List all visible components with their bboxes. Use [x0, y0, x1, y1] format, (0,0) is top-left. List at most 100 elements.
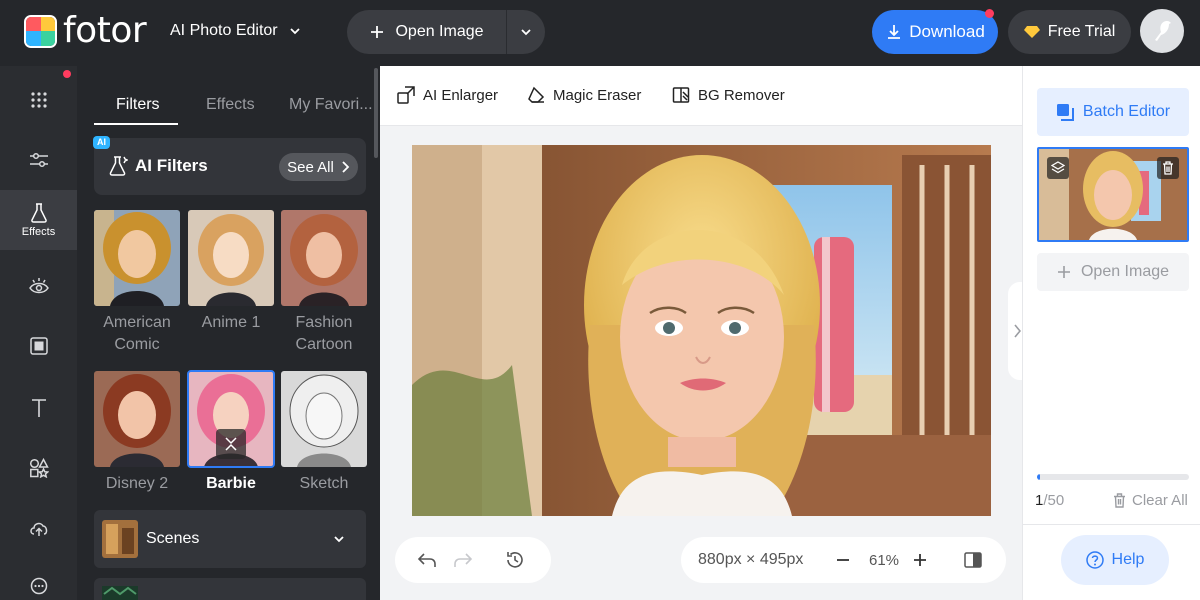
open-image-dropdown[interactable] [507, 10, 545, 54]
app-menu-label: AI Photo Editor [170, 22, 278, 39]
tab-my-favorites[interactable]: My Favori... [289, 96, 373, 114]
ai-enlarger-tool[interactable]: AI Enlarger [397, 86, 498, 104]
panel-scrollbar[interactable] [374, 68, 378, 158]
more-icon [30, 577, 47, 595]
filter-panel: Filters Effects My Favori... AI AI Filte… [77, 66, 380, 600]
trash-icon [1163, 161, 1173, 175]
minus-icon [837, 559, 849, 561]
ai-badge: AI [93, 136, 110, 149]
bg-remover-tool[interactable]: BG Remover [672, 86, 785, 104]
ai-filters-title: AI Filters [135, 156, 208, 175]
filter-thumbnail [94, 210, 180, 306]
filter-american-comic[interactable]: American Comic [94, 210, 180, 356]
image-queue-thumbnail[interactable] [1037, 147, 1189, 242]
zoom-controls: 880px × 495px 61% [681, 537, 1006, 583]
rail-item-adjust[interactable] [0, 130, 77, 190]
free-trial-button[interactable]: Free Trial [1008, 10, 1131, 54]
eye-icon [28, 278, 49, 294]
image-count: 1/50 [1035, 492, 1064, 509]
download-icon [888, 25, 901, 39]
help-icon [1085, 551, 1104, 569]
rail-item-beauty[interactable] [0, 256, 77, 316]
filter-adjust-button[interactable] [216, 429, 246, 459]
tab-filters[interactable]: Filters [116, 96, 160, 114]
chevron-down-icon [289, 28, 300, 35]
filter-barbie[interactable]: Barbie [187, 370, 275, 495]
undo-button[interactable] [415, 548, 439, 572]
chevron-right-icon [342, 161, 350, 173]
filter-thumbnail [188, 210, 274, 306]
add-image-button[interactable]: Open Image [1037, 253, 1189, 291]
rail-item-effects[interactable]: Effects [0, 190, 77, 250]
magic-flask-icon [109, 156, 128, 176]
chevron-down-icon [334, 536, 344, 543]
bg-remover-label: BG Remover [698, 86, 785, 104]
bird-avatar-icon [1155, 21, 1171, 41]
layers-icon [1051, 161, 1065, 174]
chevron-right-icon [1014, 324, 1021, 338]
help-button[interactable]: Help [1061, 535, 1169, 585]
notification-dot [985, 9, 994, 18]
edited-photo [412, 145, 991, 516]
canvas-area: 880px × 495px 61% [380, 127, 1022, 600]
see-all-label: See All [287, 158, 334, 176]
rail-item-more[interactable] [0, 556, 77, 600]
plus-icon [1057, 266, 1070, 278]
batch-stack-icon [1056, 104, 1074, 121]
scenes-category[interactable]: Scenes [94, 510, 366, 568]
clear-all-button[interactable]: Clear All [1113, 492, 1188, 509]
zoom-level: 61% [869, 552, 900, 569]
history-button[interactable] [503, 548, 527, 572]
divider [1023, 524, 1200, 525]
enlarge-icon [397, 86, 415, 104]
filter-label: Sketch [299, 475, 349, 492]
undo-icon [417, 553, 436, 567]
category-thumbnail [102, 586, 138, 600]
next-category-card[interactable] [94, 578, 366, 600]
magic-eraser-tool[interactable]: Magic Eraser [527, 86, 641, 104]
bg-remover-icon [672, 87, 690, 103]
rail-item-frames[interactable] [0, 316, 77, 376]
filter-fashion-cartoon[interactable]: Fashion Cartoon [281, 210, 367, 356]
top-bar: fotor AI Photo Editor Open Image Downloa… [0, 0, 1200, 66]
magic-eraser-label: Magic Eraser [553, 86, 642, 104]
tab-effects[interactable]: Effects [206, 96, 255, 114]
filter-adjust-icon [225, 437, 237, 451]
download-button[interactable]: Download [872, 10, 998, 54]
panel-tabs: Filters Effects My Favori... [77, 66, 373, 126]
compare-button[interactable] [961, 548, 985, 572]
user-avatar[interactable] [1140, 9, 1184, 53]
zoom-in-button[interactable] [908, 548, 932, 572]
redo-button[interactable] [451, 548, 475, 572]
rail-item-elements[interactable] [0, 438, 77, 498]
open-image-button[interactable]: Open Image [347, 10, 507, 54]
layers-button[interactable] [1047, 157, 1069, 179]
rail-item-upload[interactable] [0, 498, 77, 558]
fotor-logo[interactable]: fotor [24, 13, 147, 49]
apps-grid-icon [30, 92, 47, 108]
adjust-sliders-icon [29, 152, 48, 168]
scenes-label: Scenes [146, 530, 200, 547]
compare-icon [964, 552, 982, 568]
clear-all-label: Clear All [1132, 492, 1188, 509]
redo-icon [454, 553, 473, 567]
filter-sketch[interactable]: Sketch [281, 371, 367, 495]
filter-thumbnail [187, 370, 275, 468]
chevron-down-icon [521, 29, 531, 36]
delete-image-button[interactable] [1157, 157, 1179, 179]
rail-item-text[interactable] [0, 378, 77, 438]
see-all-button[interactable]: See All [279, 153, 358, 181]
zoom-out-button[interactable] [831, 548, 855, 572]
filter-disney-2[interactable]: Disney 2 [94, 371, 180, 495]
batch-editor-label: Batch Editor [1082, 103, 1171, 120]
filter-anime-1[interactable]: Anime 1 [188, 210, 274, 334]
free-trial-label: Free Trial [1047, 23, 1116, 40]
history-controls [395, 537, 551, 583]
app-menu-dropdown[interactable]: AI Photo Editor [170, 22, 302, 40]
rail-item-apps[interactable] [0, 70, 77, 130]
right-panel: Batch Editor Open Image 1/50 Clear All H… [1022, 66, 1200, 600]
trash-icon [1114, 493, 1125, 508]
batch-progress-fill [1037, 474, 1041, 480]
photo-canvas[interactable] [412, 145, 991, 516]
batch-editor-button[interactable]: Batch Editor [1037, 88, 1189, 136]
